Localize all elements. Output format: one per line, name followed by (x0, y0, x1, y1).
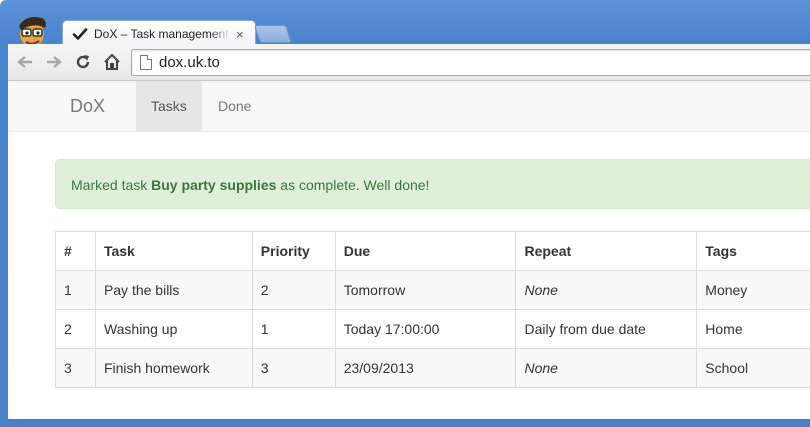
cell-repeat: None (515, 270, 698, 310)
address-bar[interactable]: dox.uk.to (131, 49, 810, 76)
alert-suffix: as complete. Well done! (276, 177, 430, 193)
checkmark-favicon-icon (72, 28, 88, 40)
tab-close-button[interactable]: × (236, 27, 244, 42)
cell-number: 3 (55, 348, 96, 388)
cell-number: 2 (55, 309, 96, 349)
cell-number: 1 (55, 270, 96, 310)
cell-priority: 2 (251, 270, 336, 310)
cell-task: Washing up (94, 309, 253, 349)
cell-repeat: None (515, 348, 698, 388)
column-header-tags: Tags (696, 231, 810, 271)
cell-repeat: Daily from due date (515, 309, 698, 349)
table-header-row: # Task Priority Due Repeat Tags (55, 231, 810, 271)
nav-link-tasks[interactable]: Tasks (136, 81, 202, 131)
page-content: DoX Tasks Done Marked task Buy party sup… (8, 81, 810, 419)
column-header-priority: Priority (251, 231, 336, 271)
column-header-repeat: Repeat (515, 231, 698, 271)
cell-tags: Money (696, 270, 810, 310)
new-tab-button[interactable] (254, 25, 292, 43)
tab-title: DoX – Task management, (94, 27, 230, 41)
app-navbar: DoX Tasks Done (8, 81, 810, 132)
table-row[interactable]: 1 Pay the bills 2 Tomorrow None Money (55, 270, 810, 310)
alert-prefix: Marked task (71, 177, 152, 193)
cell-priority: 1 (251, 309, 336, 349)
reload-icon[interactable] (72, 52, 94, 72)
cell-task: Finish homework (94, 348, 253, 388)
back-arrow-icon[interactable] (14, 52, 36, 72)
url-text[interactable]: dox.uk.to (159, 54, 220, 71)
cell-priority: 3 (251, 348, 336, 388)
page-icon (140, 55, 152, 70)
alert-task-name: Buy party supplies (151, 177, 277, 193)
cell-task: Pay the bills (94, 270, 253, 310)
column-header-due: Due (334, 231, 517, 271)
nav-link-done[interactable]: Done (203, 81, 266, 131)
browser-window: DoX – Task management, × dox.uk.to DoX T… (0, 0, 810, 427)
task-table: # Task Priority Due Repeat Tags 1 Pay th… (55, 231, 810, 388)
cell-tags: Home (696, 309, 810, 349)
table-row[interactable]: 3 Finish homework 3 23/09/2013 None Scho… (55, 348, 810, 388)
cell-due: Tomorrow (334, 270, 517, 310)
table-row[interactable]: 2 Washing up 1 Today 17:00:00 Daily from… (55, 309, 810, 349)
success-alert: Marked task Buy party supplies as comple… (55, 159, 810, 209)
cell-due: 23/09/2013 (334, 348, 517, 388)
brand-logo[interactable]: DoX (70, 81, 105, 131)
cell-tags: School (696, 348, 810, 388)
column-header-number: # (55, 231, 96, 271)
browser-tab-content[interactable]: DoX – Task management, × (72, 24, 252, 44)
column-header-task: Task (94, 231, 253, 271)
cell-due: Today 17:00:00 (334, 309, 517, 349)
home-icon[interactable] (101, 52, 123, 72)
forward-arrow-icon[interactable] (43, 52, 65, 72)
